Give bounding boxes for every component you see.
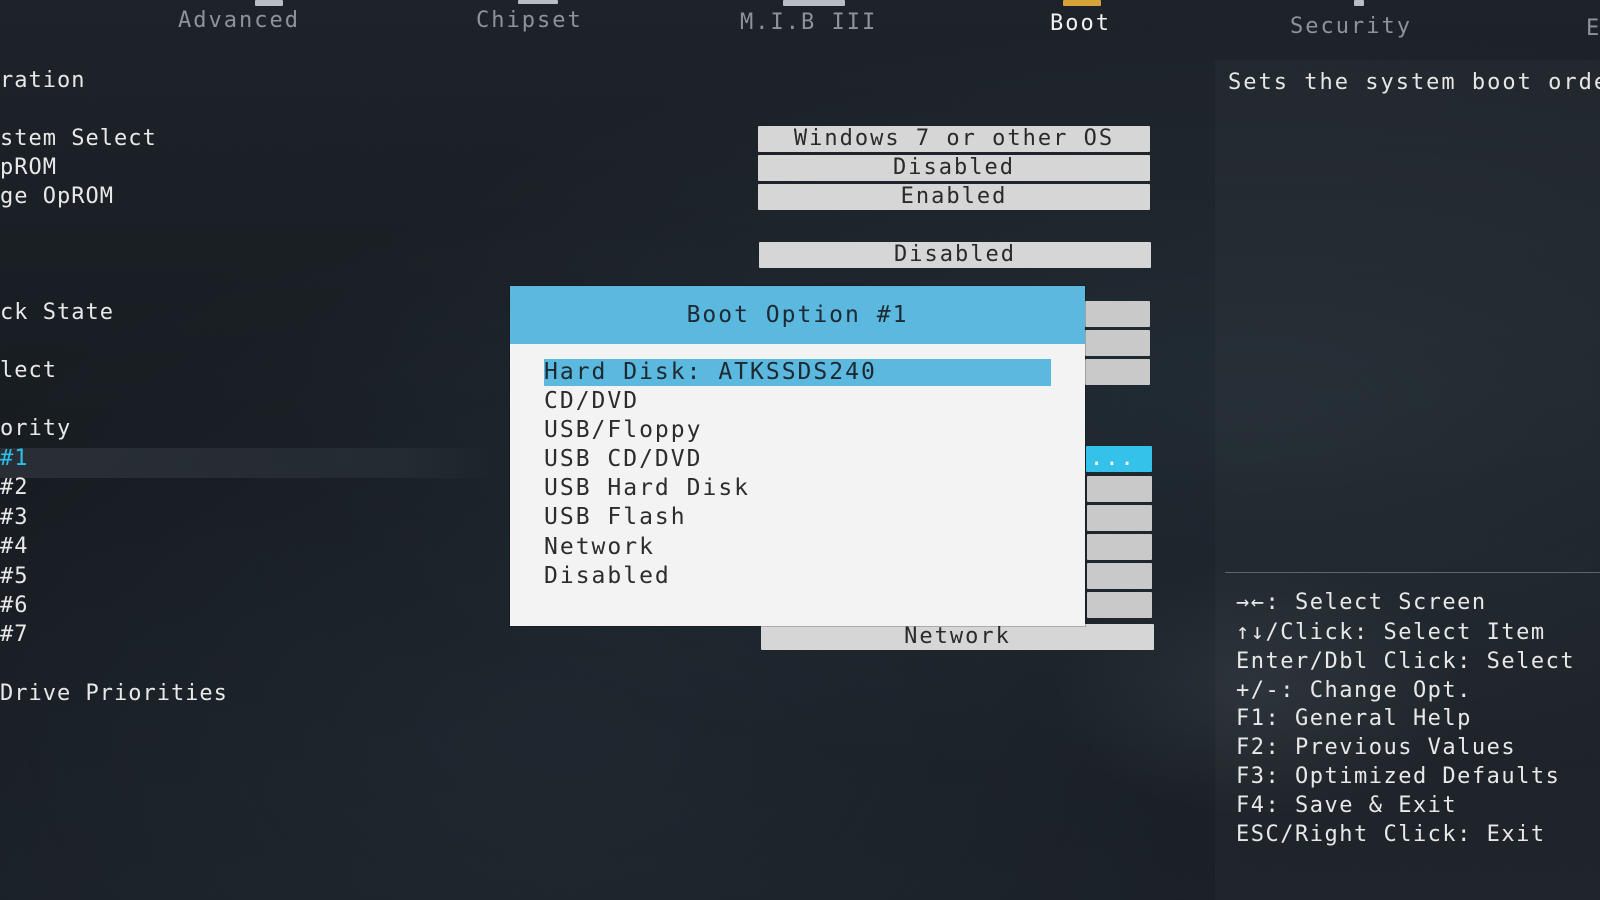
boot-tab-icon [1063, 0, 1101, 6]
option-usb-floppy[interactable]: USB/Floppy [544, 417, 1051, 444]
security-tab-icon [1354, 0, 1364, 6]
menu-numlock-state[interactable]: ck State [0, 300, 114, 325]
item-description: Sets the system boot orde [1228, 70, 1600, 95]
tab-chipset[interactable]: Chipset [476, 8, 583, 33]
value-box-hidden-1[interactable] [1085, 301, 1150, 327]
numlock-value[interactable]: Disabled [759, 242, 1151, 268]
option-disabled[interactable]: Disabled [544, 563, 1051, 590]
help-optimized-defaults: F3: Optimized Defaults [1236, 764, 1561, 789]
option-cd-dvd[interactable]: CD/DVD [544, 388, 1051, 415]
chipset-tab-icon [518, 0, 558, 4]
storage-oprom-value[interactable]: Enabled [758, 184, 1150, 210]
menu-boot-option-6[interactable]: #6 [0, 593, 29, 618]
help-select-item: ↑↓/Click: Select Item [1236, 620, 1546, 645]
menu-boot-option-1[interactable]: #1 [0, 446, 29, 471]
tab-exit[interactable]: E [1586, 16, 1600, 41]
help-select: Enter/Dbl Click: Select [1236, 649, 1576, 674]
boot-option-3-value[interactable] [1087, 505, 1152, 531]
popup-title: Boot Option #1 [510, 286, 1085, 344]
option-usb-flash[interactable]: USB Flash [544, 504, 1051, 531]
boot-option-4-value[interactable] [1087, 534, 1152, 560]
option-network[interactable]: Network [544, 534, 1051, 561]
tab-mib-iii[interactable]: M.I.B III [740, 10, 877, 35]
help-panel-divider [1225, 572, 1600, 573]
os-select-value[interactable]: Windows 7 or other OS [758, 126, 1150, 152]
menu-oprom[interactable]: pROM [0, 155, 57, 180]
menu-drive-priorities[interactable]: Drive Priorities [0, 681, 228, 706]
menu-boot-configuration: ration [0, 68, 86, 93]
option-hard-disk[interactable]: Hard Disk: ATKSSDS240 [544, 359, 1051, 386]
option-usb-hard-disk[interactable]: USB Hard Disk [544, 475, 1051, 502]
menu-boot-option-2[interactable]: #2 [0, 475, 29, 500]
help-previous-values: F2: Previous Values [1236, 735, 1517, 760]
boot-option-5-value[interactable] [1087, 563, 1152, 589]
tab-advanced[interactable]: Advanced [178, 8, 300, 33]
menu-boot-option-3[interactable]: #3 [0, 505, 29, 530]
boot-option-popup: Boot Option #1 Hard Disk: ATKSSDS240 CD/… [510, 286, 1085, 626]
selected-row-highlight [0, 448, 500, 478]
value-box-hidden-3[interactable] [1085, 359, 1150, 385]
boot-option-1-value[interactable]: ... [1086, 446, 1152, 472]
help-change-opt: +/-: Change Opt. [1236, 678, 1472, 703]
menu-select[interactable]: lect [0, 358, 57, 383]
menu-boot-option-7[interactable]: #7 [0, 622, 29, 647]
boot-option-7-value[interactable]: Network [761, 624, 1154, 650]
mib-tab-icon [783, 0, 845, 6]
help-exit: ESC/Right Click: Exit [1236, 822, 1546, 847]
tab-security[interactable]: Security [1290, 14, 1412, 39]
help-select-screen: →←: Select Screen [1236, 590, 1487, 615]
option-usb-cd-dvd[interactable]: USB CD/DVD [544, 446, 1051, 473]
menu-storage-oprom[interactable]: ge OpROM [0, 184, 114, 209]
help-general-help: F1: General Help [1236, 706, 1472, 731]
help-save-exit: F4: Save & Exit [1236, 793, 1458, 818]
menu-boot-option-5[interactable]: #5 [0, 564, 29, 589]
value-box-hidden-2[interactable] [1085, 330, 1150, 356]
boot-option-2-value[interactable] [1087, 476, 1152, 502]
menu-boot-option-4[interactable]: #4 [0, 534, 29, 559]
oprom-value[interactable]: Disabled [758, 155, 1150, 181]
menu-boot-priority: ority [0, 416, 72, 441]
boot-option-6-value[interactable] [1087, 592, 1152, 618]
advanced-tab-icon [255, 0, 283, 6]
tab-boot[interactable]: Boot [1050, 11, 1111, 36]
menu-os-select[interactable]: stem Select [0, 126, 157, 151]
